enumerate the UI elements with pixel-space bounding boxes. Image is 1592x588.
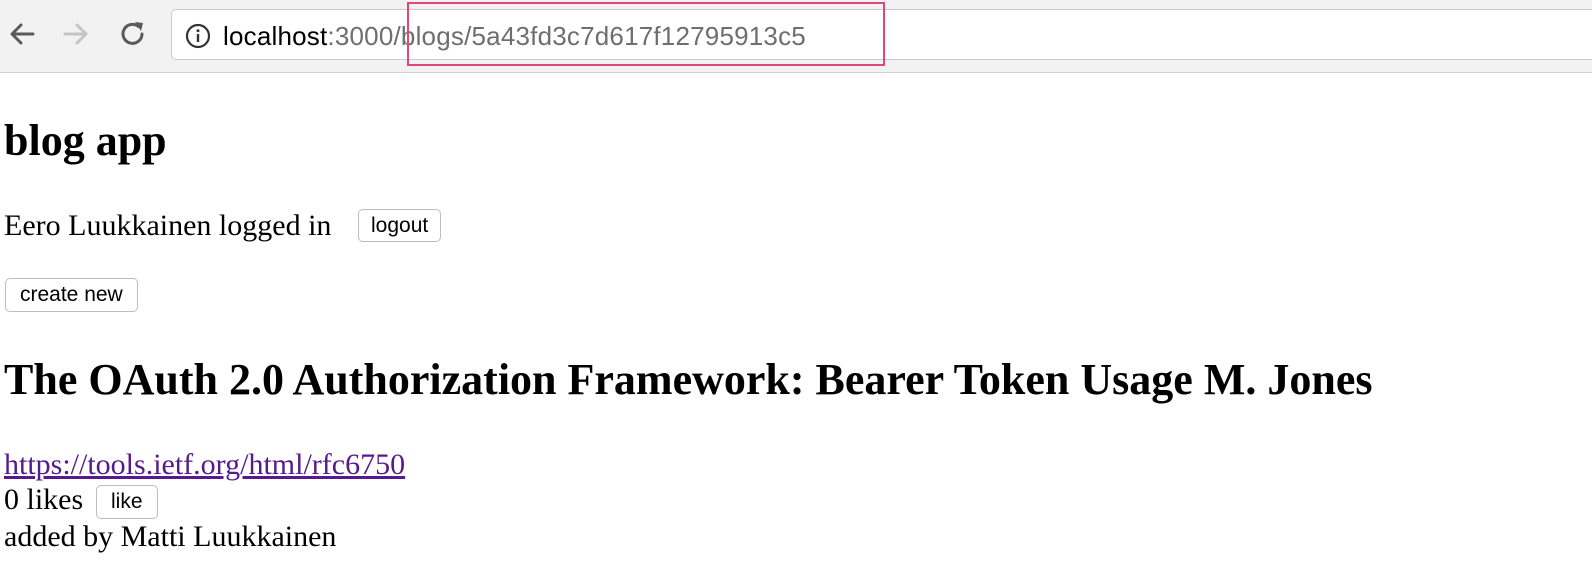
- reload-icon: [121, 22, 144, 45]
- page-title: blog app: [4, 116, 167, 165]
- url-port: :3000: [327, 21, 394, 51]
- reload-button[interactable]: [113, 14, 153, 54]
- logout-button[interactable]: logout: [358, 209, 442, 242]
- info-icon[interactable]: [185, 23, 211, 49]
- browser-toolbar: localhost:3000/blogs/5a43fd3c7d617f12795…: [0, 0, 1592, 73]
- back-button[interactable]: [2, 14, 42, 54]
- arrow-left-icon: [10, 23, 35, 45]
- like-button[interactable]: like: [96, 485, 158, 519]
- forward-button[interactable]: [56, 14, 96, 54]
- added-by: added by Matti Luukkainen: [4, 520, 337, 553]
- likes-count: 0 likes: [4, 483, 84, 516]
- arrow-right-icon: [63, 23, 88, 45]
- create-new-button[interactable]: create new: [5, 278, 138, 312]
- blog-url-link[interactable]: https://tools.ietf.org/html/rfc6750: [4, 447, 405, 483]
- url-path: /blogs/5a43fd3c7d617f12795913c5: [393, 21, 806, 51]
- url-host: localhost: [223, 21, 328, 51]
- address-text[interactable]: localhost:3000/blogs/5a43fd3c7d617f12795…: [223, 17, 806, 55]
- login-status: Eero Luukkainen logged in: [4, 209, 332, 242]
- blog-title: The OAuth 2.0 Authorization Framework: B…: [4, 355, 1373, 404]
